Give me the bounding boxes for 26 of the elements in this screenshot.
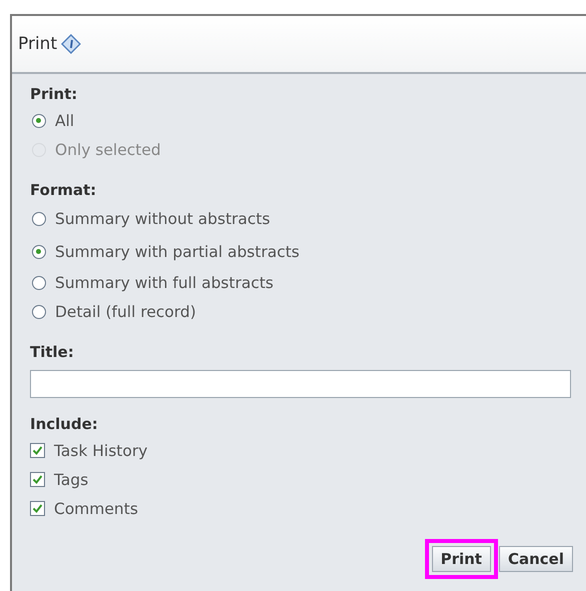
section-label: Include: bbox=[30, 414, 99, 435]
radio-button[interactable] bbox=[32, 276, 46, 290]
title-field[interactable] bbox=[30, 370, 571, 398]
option-label: Summary with partial abstracts bbox=[55, 242, 300, 260]
checkbox[interactable] bbox=[30, 501, 45, 516]
radio-button[interactable] bbox=[32, 212, 46, 226]
option-label: Summary with full abstracts bbox=[55, 274, 274, 292]
dialog-button[interactable]: Cancel bbox=[498, 546, 573, 572]
radio-button[interactable] bbox=[32, 114, 46, 128]
info-icon[interactable] bbox=[61, 34, 82, 54]
radio-button[interactable] bbox=[32, 304, 46, 318]
option-label: Task History bbox=[54, 442, 148, 460]
option-label: Only selected bbox=[55, 140, 161, 158]
field-label: Title: bbox=[30, 342, 75, 363]
section-label: Print: bbox=[30, 84, 78, 105]
option-label: Detail (full record) bbox=[55, 302, 196, 320]
checkbox[interactable] bbox=[30, 472, 45, 487]
dialog-button[interactable]: Print bbox=[432, 546, 491, 572]
checkbox[interactable] bbox=[30, 443, 45, 458]
radio-button[interactable] bbox=[32, 244, 46, 258]
section-label: Format: bbox=[30, 180, 98, 201]
option-label: Tags bbox=[54, 470, 88, 488]
window-title: Print bbox=[18, 34, 58, 54]
option-label: Summary without abstracts bbox=[55, 210, 270, 228]
option-label: Comments bbox=[54, 500, 138, 518]
option-label: All bbox=[55, 112, 74, 130]
